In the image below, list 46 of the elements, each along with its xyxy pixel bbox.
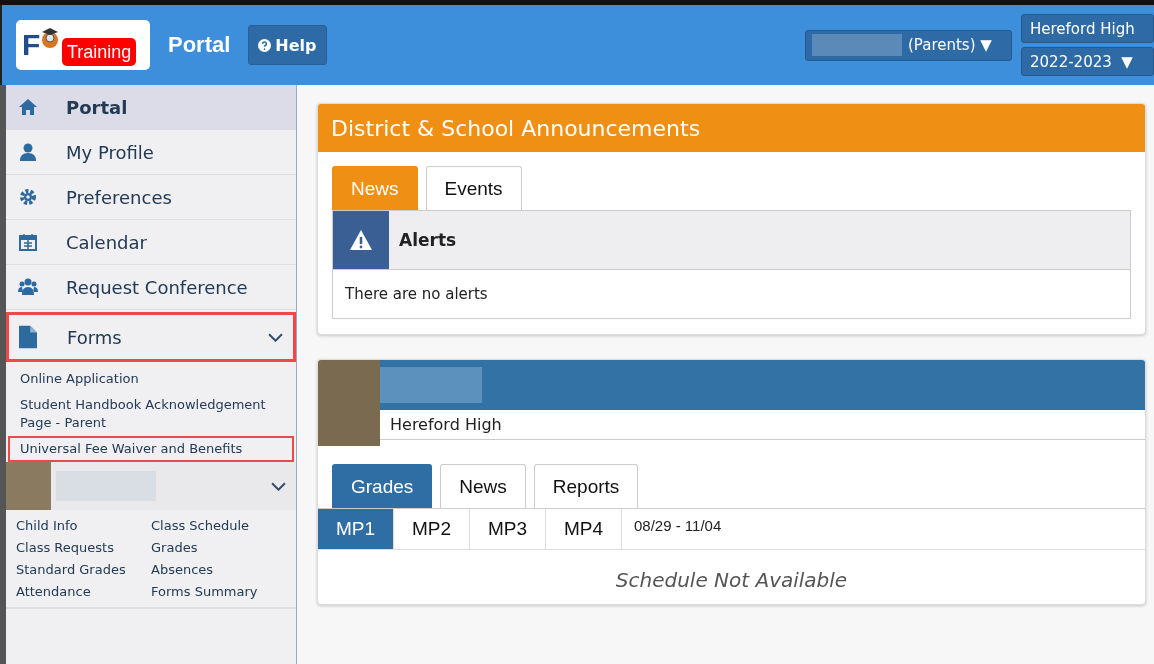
photo-placeholder <box>6 462 51 510</box>
student-link[interactable]: Forms Summary <box>151 584 286 599</box>
help-button[interactable]: Help <box>248 25 327 65</box>
calendar-icon <box>18 232 38 252</box>
announcement-tab[interactable]: Events <box>425 166 522 210</box>
sidebar-item[interactable]: Request Conference <box>6 265 296 310</box>
chevron-icon <box>271 481 286 491</box>
settings-icon <box>18 187 38 207</box>
alerts-title: Alerts <box>399 230 457 250</box>
year-menu[interactable]: 2022-2023 ▼ <box>1021 47 1154 76</box>
empty-message: Schedule Not Available <box>614 567 849 594</box>
user-icon <box>18 142 38 162</box>
help-icon <box>258 38 272 52</box>
student-link[interactable]: Grades <box>151 540 286 555</box>
student-link[interactable]: Absences <box>151 562 286 577</box>
chevron-icon <box>268 332 283 342</box>
student-tab[interactable]: News <box>440 464 526 508</box>
student-link[interactable]: Standard Grades <box>16 562 151 577</box>
home-icon <box>18 97 38 117</box>
sidebar-item[interactable]: Portal <box>6 85 296 130</box>
date-range: 08/29 - 11/04 <box>634 516 722 534</box>
student-link[interactable]: Class Requests <box>16 540 151 555</box>
logo-drawing[interactable]: F Training <box>16 20 150 70</box>
form-link[interactable]: Student Handbook Acknowledgement Page - Parent <box>8 392 294 436</box>
portal-title: Portal <box>168 32 231 58</box>
student-link[interactable]: Child Info <box>16 518 151 533</box>
sidebar-item[interactable]: My Profile <box>6 130 296 175</box>
student-header[interactable] <box>6 462 296 510</box>
school-name: Hereford High <box>380 410 1145 440</box>
forms-menu[interactable]: Forms <box>6 312 296 362</box>
document-icon <box>19 325 37 349</box>
sidebar-item[interactable]: Preferences <box>6 175 296 220</box>
alerts-message: There are no alerts <box>344 284 489 305</box>
sidebar-item[interactable]: Calendar <box>6 220 296 265</box>
student-link[interactable]: Attendance <box>16 584 151 599</box>
announcements-title: District & School Announcements <box>331 115 701 141</box>
student-tab[interactable]: Reports <box>533 464 639 508</box>
user-menu[interactable]: (Parents) ▼ <box>805 29 1012 61</box>
period-tab[interactable]: MP1 <box>318 509 394 549</box>
school-menu[interactable]: Hereford High <box>1021 14 1154 43</box>
users-icon <box>18 277 38 297</box>
student-tab[interactable]: Grades <box>332 464 433 508</box>
warning-icon <box>333 211 389 269</box>
form-link[interactable]: Online Application <box>8 366 294 392</box>
form-link[interactable]: Universal Fee Waiver and Benefits <box>8 436 294 462</box>
student-link[interactable]: Class Schedule <box>151 518 286 533</box>
